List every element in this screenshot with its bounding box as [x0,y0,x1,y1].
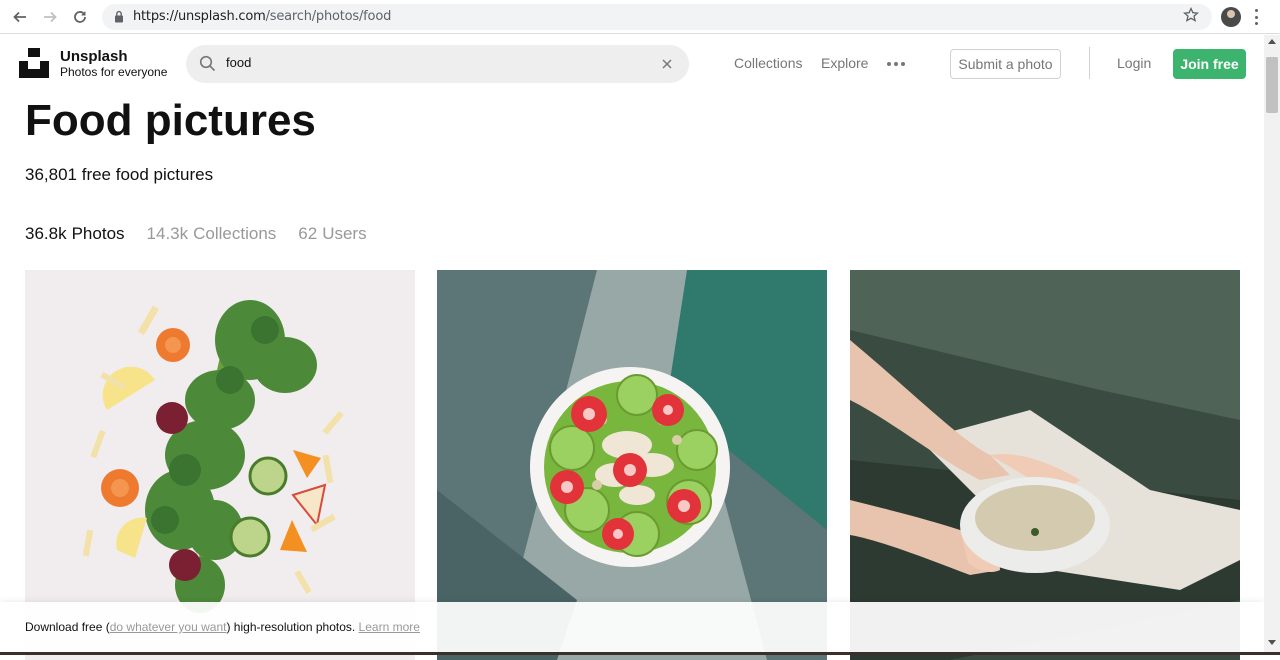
license-link[interactable]: do whatever you want [110,620,227,634]
unsplash-logo-icon[interactable] [19,48,49,78]
search-input[interactable] [226,55,646,70]
download-banner: Download free (do whatever you want) hig… [0,602,1264,652]
reload-icon[interactable] [70,7,90,27]
banner-text: Download free (do whatever you want) hig… [25,620,420,634]
clear-search-icon[interactable] [661,57,673,75]
browser-menu-icon[interactable] [1254,9,1258,25]
tab-photos[interactable]: 36.8k Photos [25,224,125,244]
page-title: Food pictures [25,96,316,145]
result-tabs: 36.8k Photos 14.3k Collections 62 Users [25,224,367,244]
result-count: 36,801 free food pictures [25,165,214,184]
search-bar[interactable] [186,45,689,83]
search-icon[interactable] [199,55,216,77]
back-icon[interactable] [10,7,30,27]
page-scrollbar[interactable] [1264,35,1280,652]
lock-icon [114,10,124,28]
more-icon[interactable] [887,62,905,66]
nav-collections[interactable]: Collections [734,55,802,71]
scroll-thumb[interactable] [1266,57,1278,113]
address-bar[interactable]: https://unsplash.com/search/photos/food [102,4,1212,30]
browser-toolbar: https://unsplash.com/search/photos/food [0,0,1280,34]
bookmark-star-icon[interactable] [1182,6,1200,28]
tab-users[interactable]: 62 Users [298,224,366,244]
url-text: https://unsplash.com/search/photos/food [133,9,392,24]
brand-tagline: Photos for everyone [60,65,168,79]
scroll-down-arrow-icon[interactable] [1268,640,1276,645]
join-free-button[interactable]: Join free [1173,49,1246,79]
profile-avatar[interactable] [1221,7,1241,27]
site-header: Unsplash Photos for everyone Collections… [0,35,1264,93]
header-divider [1089,47,1090,79]
submit-photo-button[interactable]: Submit a photo [950,49,1061,79]
nav-explore[interactable]: Explore [821,55,868,71]
scroll-up-arrow-icon[interactable] [1268,39,1276,44]
brand-name[interactable]: Unsplash [60,48,128,65]
tab-collections[interactable]: 14.3k Collections [147,224,277,244]
learn-more-link[interactable]: Learn more [359,620,420,634]
login-link[interactable]: Login [1117,55,1151,71]
forward-icon[interactable] [40,7,60,27]
